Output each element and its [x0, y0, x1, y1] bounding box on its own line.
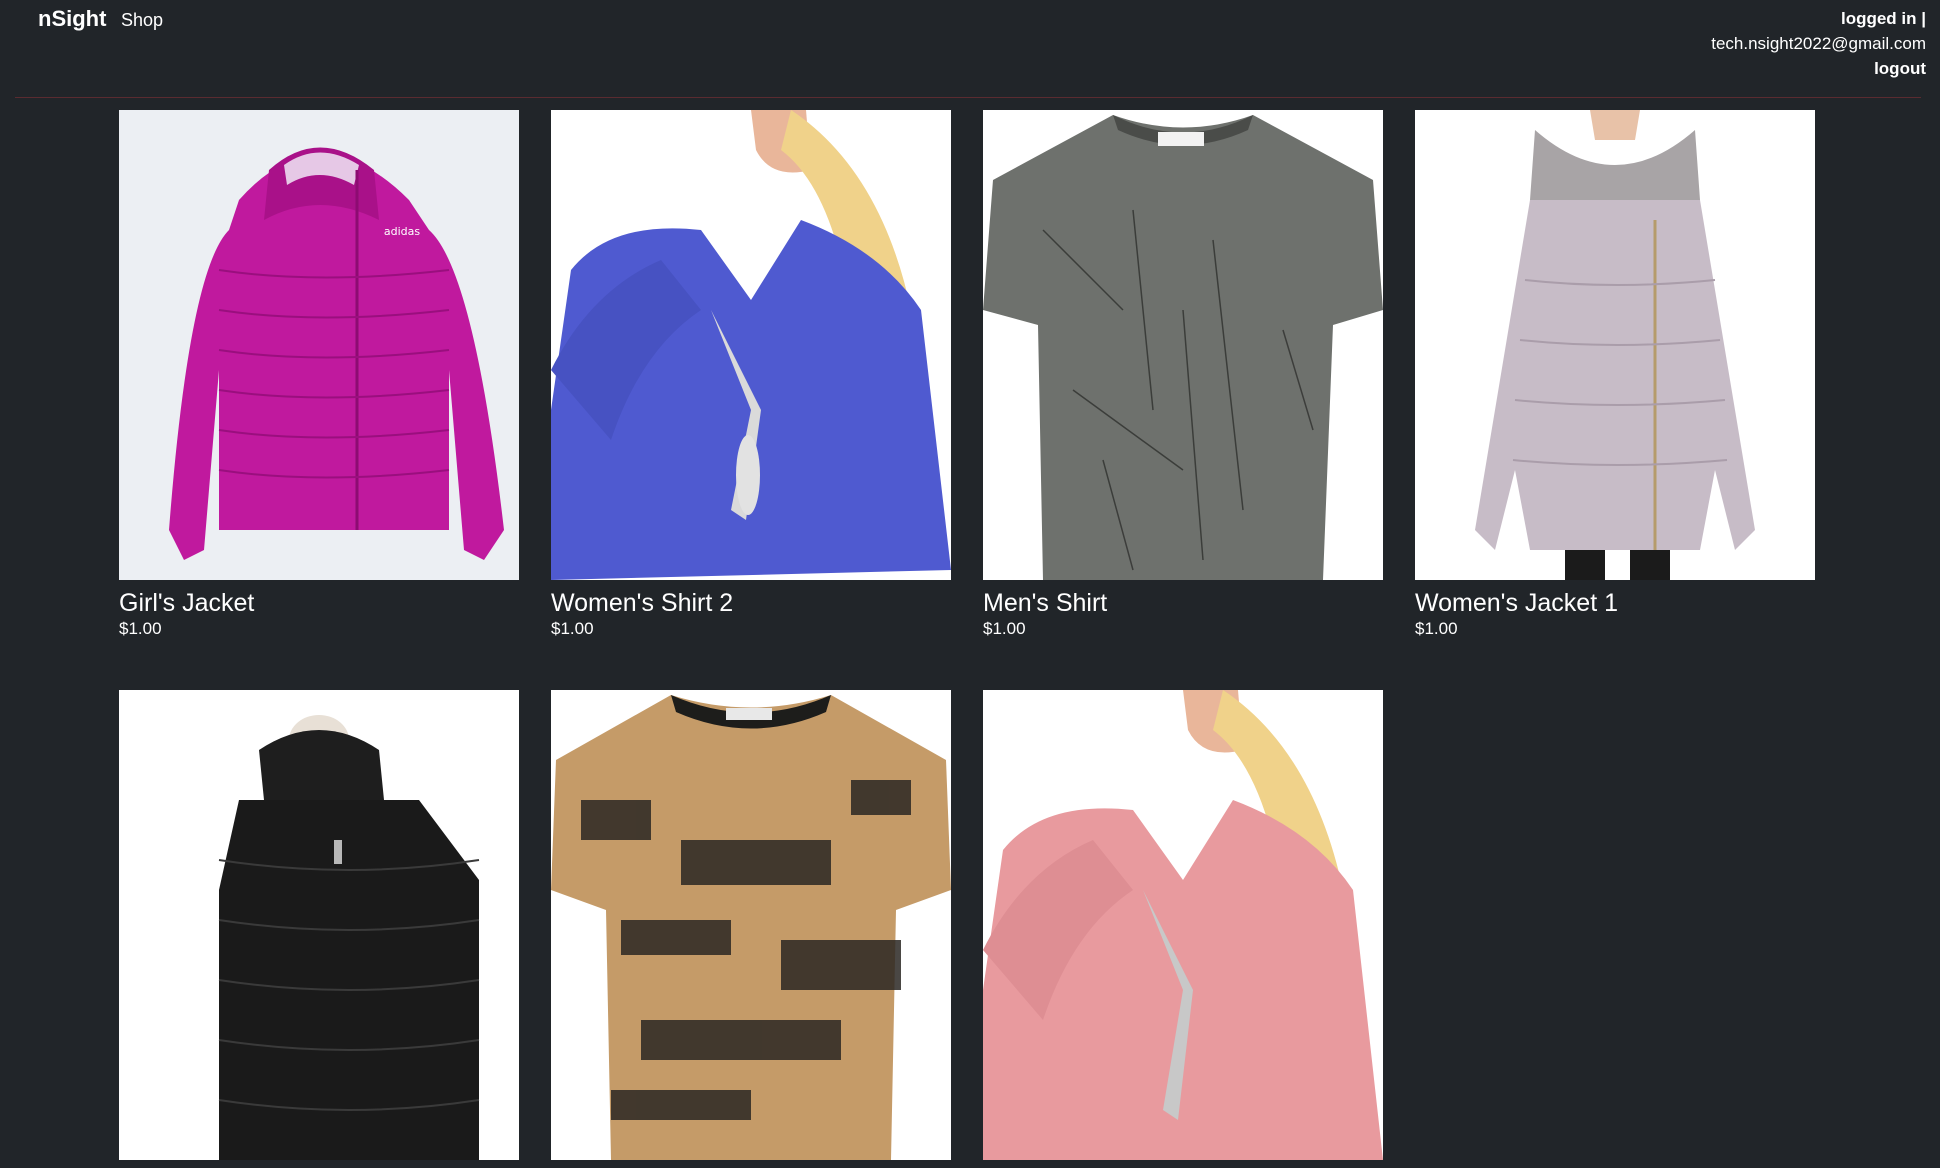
product-image[interactable] [551, 110, 951, 580]
magenta-puffer-jacket-image: adidas [119, 110, 519, 580]
user-box: logged in | tech.nsight2022@gmail.com lo… [1711, 6, 1926, 81]
product-image[interactable] [551, 690, 951, 1160]
navbar: nSight Shop logged in | tech.nsight2022@… [0, 0, 1940, 98]
pink-vneck-shirt-image [983, 690, 1383, 1160]
blue-vneck-shirt-image [551, 110, 951, 580]
nav-shop-link[interactable]: Shop [121, 10, 163, 31]
product-card[interactable]: Women's Jacket 1 $1.00 [1415, 110, 1815, 640]
logout-link[interactable]: logout [1711, 56, 1926, 81]
lilac-puffer-coat-image [1415, 110, 1815, 580]
product-price: $1.00 [1415, 619, 1458, 638]
product-title[interactable]: Women's Jacket 1 [1415, 588, 1815, 618]
product-card[interactable]: Men's Shirt $1.00 [983, 110, 1383, 640]
user-email: tech.nsight2022@gmail.com [1711, 34, 1926, 53]
product-card[interactable]: Women's Shirt 2 $1.00 [551, 110, 951, 640]
svg-text:adidas: adidas [384, 225, 421, 238]
brand-link[interactable]: nSight [38, 6, 106, 32]
gray-tshirt-image [983, 110, 1383, 580]
black-puffer-jacket-image [119, 690, 519, 1160]
product-title[interactable]: Girl's Jacket [119, 588, 519, 618]
product-card[interactable] [119, 690, 519, 1168]
product-image[interactable] [1415, 110, 1815, 580]
product-card[interactable]: adidas Girl's Jacket $1.00 [119, 110, 519, 640]
header-divider [15, 97, 1921, 98]
tan-black-tshirt-image [551, 690, 951, 1160]
product-image[interactable] [983, 110, 1383, 580]
product-grid: adidas Girl's Jacket $1.00 Women's Shirt… [119, 110, 1815, 1168]
product-price: $1.00 [551, 619, 594, 638]
product-image[interactable] [983, 690, 1383, 1160]
product-price: $1.00 [983, 619, 1026, 638]
product-image[interactable] [119, 690, 519, 1160]
logged-in-label: logged in | [1840, 9, 1926, 28]
product-image[interactable]: adidas [119, 110, 519, 580]
product-card[interactable] [551, 690, 951, 1168]
product-price: $1.00 [119, 619, 162, 638]
product-title[interactable]: Women's Shirt 2 [551, 588, 951, 618]
product-title[interactable]: Men's Shirt [983, 588, 1383, 618]
product-card[interactable] [983, 690, 1383, 1168]
